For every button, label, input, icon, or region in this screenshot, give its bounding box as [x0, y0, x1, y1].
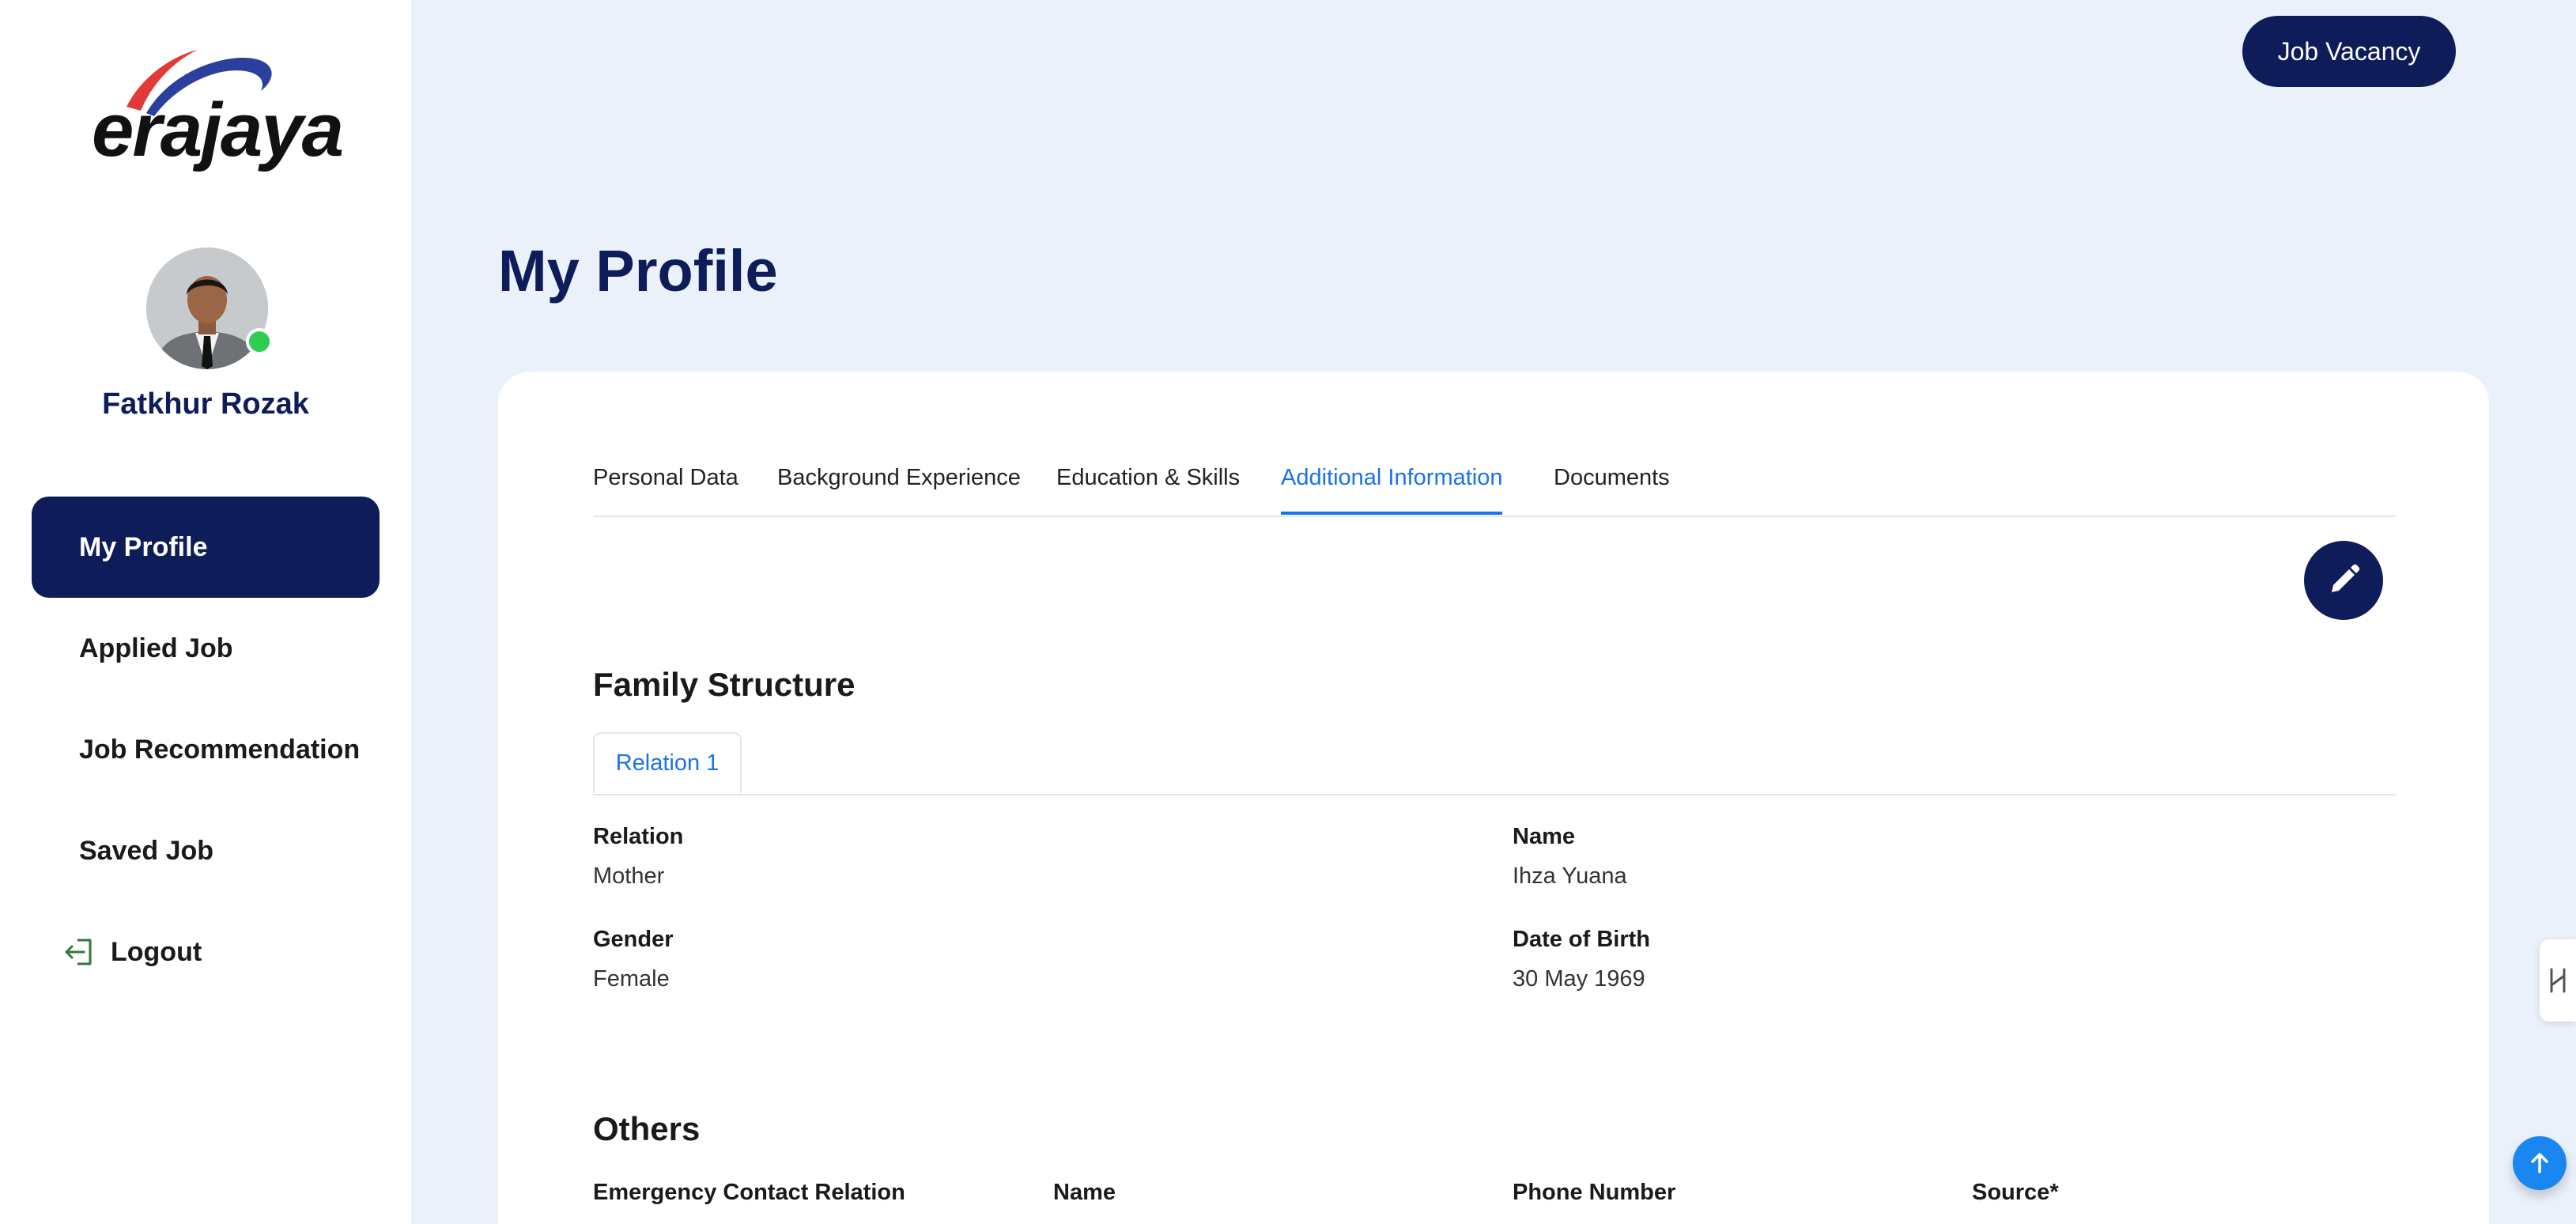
- tab-background-experience[interactable]: Background Experience: [777, 465, 1021, 491]
- gender-label: Gender: [593, 927, 674, 952]
- sidebar-item-job-recommendation[interactable]: Job Recommendation: [32, 699, 380, 800]
- edit-button[interactable]: [2304, 541, 2383, 620]
- others-title: Others: [593, 1110, 701, 1147]
- sidebar-item-logout[interactable]: Logout: [32, 901, 380, 1003]
- sidebar-item-applied-job[interactable]: Applied Job: [32, 598, 380, 699]
- job-vacancy-button[interactable]: Job Vacancy: [2242, 16, 2456, 87]
- logo-wordmark: erajaya: [92, 88, 344, 172]
- tab-education-skills[interactable]: Education & Skills: [1056, 465, 1240, 491]
- erajaya-logo[interactable]: erajaya: [87, 43, 344, 178]
- gender-value: Female: [593, 966, 670, 992]
- scroll-to-top-button[interactable]: [2513, 1136, 2567, 1190]
- tab-additional-information[interactable]: Additional Information: [1281, 465, 1503, 491]
- subtab-relation-1[interactable]: Relation 1: [593, 732, 742, 794]
- user-name: Fatkhur Rozak: [102, 387, 309, 421]
- date-of-birth-label: Date of Birth: [1513, 927, 1650, 952]
- phone-number-label: Phone Number: [1513, 1180, 1676, 1205]
- tab-personal-data[interactable]: Personal Data: [593, 465, 738, 491]
- sidebar-item-saved-job[interactable]: Saved Job: [32, 800, 380, 901]
- page-title: My Profile: [498, 238, 778, 304]
- sidebar-item-label: Job Recommendation: [79, 734, 361, 765]
- sidebar-item-label: My Profile: [79, 531, 208, 562]
- relation-subtabs: Relation 1: [593, 732, 2396, 795]
- tab-documents[interactable]: Documents: [1554, 465, 1670, 491]
- date-of-birth-value: 30 May 1969: [1513, 966, 1645, 992]
- family-structure-title: Family Structure: [593, 666, 856, 703]
- side-collapse-widget[interactable]: [2540, 939, 2576, 1022]
- sidebar-item-my-profile[interactable]: My Profile: [32, 497, 380, 598]
- emergency-contact-relation-label: Emergency Contact Relation: [593, 1180, 905, 1205]
- others-name-label: Name: [1053, 1180, 1116, 1205]
- sidebar-item-label: Logout: [111, 936, 202, 967]
- active-tab-indicator: [1281, 512, 1502, 515]
- profile-card: Personal Data Background Experience Educ…: [498, 372, 2489, 1224]
- sidebar-item-label: Applied Job: [79, 633, 233, 663]
- pencil-icon: [2332, 564, 2360, 592]
- sidebar-item-label: Saved Job: [79, 835, 214, 866]
- relation-value: Mother: [593, 863, 665, 889]
- arrow-up-icon: [2531, 1153, 2548, 1173]
- logout-icon: [65, 939, 92, 965]
- sidebar: erajaya Fatkhur Rozak My Profile Applied…: [0, 0, 411, 1224]
- name-label: Name: [1513, 824, 1575, 849]
- name-value: Ihza Yuana: [1513, 863, 1627, 889]
- source-label: Source*: [1972, 1180, 2059, 1205]
- collapse-handle-icon: [2550, 968, 2566, 993]
- online-status-indicator: [246, 328, 273, 355]
- relation-label: Relation: [593, 824, 684, 849]
- profile-tabs: Personal Data Background Experience Educ…: [593, 451, 2396, 517]
